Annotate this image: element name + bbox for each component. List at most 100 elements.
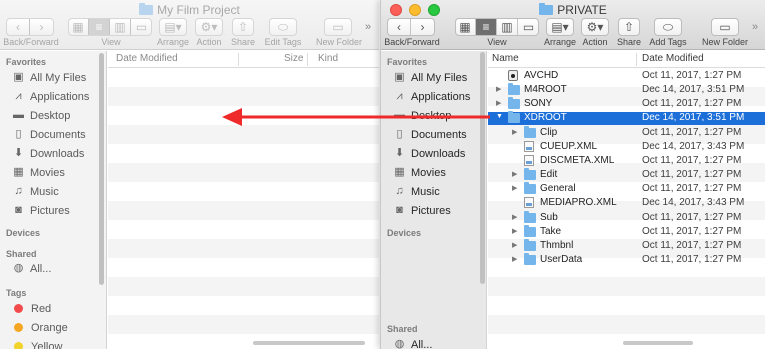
disclosure-collapsed-icon[interactable]: ▶ <box>512 227 517 235</box>
disclosure-expanded-icon[interactable]: ▼ <box>496 113 503 120</box>
file-row[interactable]: ▶ Edit Oct 11, 2017, 1:27 PM <box>488 168 765 182</box>
sidebar-item-applications[interactable]: ⩘ Applications <box>393 88 470 105</box>
file-row[interactable]: ▶ General Oct 11, 2017, 1:27 PM <box>488 182 765 196</box>
disclosure-collapsed-icon[interactable]: ▶ <box>512 128 517 136</box>
file-date-modified: Dec 14, 2017, 3:51 PM <box>642 112 745 124</box>
horizontal-scrollbar[interactable] <box>623 341 693 345</box>
sidebar-item-music[interactable]: ♫ Music <box>12 183 58 200</box>
file-row[interactable]: DISCMETA.XML Oct 11, 2017, 1:27 PM <box>488 154 765 168</box>
forward-button[interactable]: › <box>30 19 53 35</box>
file-name: MEDIAPRO.XML <box>540 197 617 209</box>
shared-header: Shared <box>387 324 418 334</box>
disclosure-collapsed-icon[interactable]: ▶ <box>512 184 517 192</box>
column-date-modified[interactable]: Date Modified <box>642 53 704 64</box>
sidebar-item-pictures[interactable]: ◙ Pictures <box>12 202 70 219</box>
back-forward-control[interactable]: ‹ › <box>6 18 54 36</box>
view-switcher[interactable]: ▦ ≡ ▥ ▭ <box>455 18 539 36</box>
toolbar-overflow-button[interactable]: » <box>752 21 758 33</box>
share-button[interactable]: ⇧ <box>618 18 640 36</box>
add-tags-button[interactable]: ⬭ <box>654 18 682 36</box>
icon-view-icon[interactable]: ▦ <box>455 19 476 35</box>
sidebar-item-all-my-files[interactable]: ▣ All My Files <box>12 69 86 86</box>
list-view-icon[interactable]: ≡ <box>476 19 497 35</box>
list-view-icon[interactable]: ≡ <box>89 19 110 35</box>
column-kind[interactable]: Kind <box>318 53 338 64</box>
sidebar-item-all-my-files[interactable]: ▣ All My Files <box>393 69 467 86</box>
file-row[interactable]: ▶ Take Oct 11, 2017, 1:27 PM <box>488 224 765 239</box>
desktop-icon: ▬ <box>13 109 24 121</box>
folder-icon <box>524 238 536 251</box>
file-row[interactable]: MEDIAPRO.XML Dec 14, 2017, 3:43 PM <box>488 197 765 210</box>
column-size[interactable]: Size <box>284 53 303 64</box>
sidebar-item-desktop[interactable]: ▬ Desktop <box>12 107 70 124</box>
horizontal-scrollbar[interactable] <box>253 341 365 345</box>
file-row[interactable]: ▶ M4ROOT Dec 14, 2017, 3:51 PM <box>488 83 765 97</box>
toolbar-overflow-button[interactable]: » <box>365 21 371 33</box>
file-row[interactable]: CUEUP.XML Dec 14, 2017, 3:43 PM <box>488 140 765 154</box>
back-button[interactable]: ‹ <box>388 19 411 35</box>
sidebar-item-applications[interactable]: ⩘ Applications <box>12 88 89 105</box>
action-button[interactable]: ⚙▾ <box>195 18 223 36</box>
file-row[interactable]: AVCHD Oct 11, 2017, 1:27 PM <box>488 70 765 83</box>
file-row[interactable]: ▶ Sub Oct 11, 2017, 1:27 PM <box>488 210 765 225</box>
sidebar-item-downloads[interactable]: ⬇ Downloads <box>12 145 85 162</box>
folder-icon <box>508 83 520 96</box>
disclosure-collapsed-icon[interactable]: ▶ <box>512 213 517 221</box>
view-switcher[interactable]: ▦ ≡ ▥ ▭ <box>68 18 152 36</box>
back-button[interactable]: ‹ <box>7 19 30 35</box>
disclosure-collapsed-icon[interactable]: ▶ <box>496 99 501 107</box>
sidebar-item-shared-all[interactable]: ◍ All... <box>12 260 52 277</box>
action-button[interactable]: ⚙▾ <box>581 18 609 36</box>
disclosure-collapsed-icon[interactable]: ▶ <box>496 85 501 93</box>
sidebar-item-documents[interactable]: ▯ Documents <box>12 126 85 143</box>
cover-flow-icon[interactable]: ▭ <box>518 19 539 35</box>
sidebar-scrollbar[interactable] <box>480 52 485 284</box>
column-divider <box>636 53 637 66</box>
sidebar-item-movies[interactable]: ▦ Movies <box>393 164 446 181</box>
sidebar-item-music[interactable]: ♫ Music <box>393 183 439 200</box>
sidebar-tag-yellow[interactable]: Yellow <box>12 338 62 349</box>
file-row[interactable]: ▶ Thmbnl Oct 11, 2017, 1:27 PM <box>488 238 765 253</box>
file-row[interactable]: ▶ Clip Oct 11, 2017, 1:27 PM <box>488 125 765 140</box>
new-folder-button[interactable]: ▭ <box>711 18 739 36</box>
sidebar-item-movies[interactable]: ▦ Movies <box>12 164 65 181</box>
sidebar-item-documents[interactable]: ▯ Documents <box>393 126 466 143</box>
column-view-icon[interactable]: ▥ <box>110 19 131 35</box>
cover-flow-icon[interactable]: ▭ <box>131 19 152 35</box>
share-button[interactable]: ⇧ <box>232 18 254 36</box>
edit-tags-button[interactable]: ⬭ <box>269 18 297 36</box>
arrange-button[interactable]: ▤▾ <box>546 18 574 36</box>
column-view-icon[interactable]: ▥ <box>497 19 518 35</box>
arrange-button[interactable]: ▤▾ <box>159 18 187 36</box>
disclosure-collapsed-icon[interactable]: ▶ <box>512 255 517 263</box>
sidebar-item-pictures[interactable]: ◙ Pictures <box>393 202 451 219</box>
arrange-icon: ▤▾ <box>164 20 182 34</box>
sidebar-item-downloads[interactable]: ⬇ Downloads <box>393 145 466 162</box>
icon-view-icon[interactable]: ▦ <box>68 19 89 35</box>
new-folder-button[interactable]: ▭ <box>324 18 352 36</box>
forward-button[interactable]: › <box>411 19 434 35</box>
back-forward-control[interactable]: ‹ › <box>387 18 435 36</box>
file-date-modified: Dec 14, 2017, 3:51 PM <box>642 84 745 96</box>
file-row[interactable]: ▶ SONY Oct 11, 2017, 1:27 PM <box>488 97 765 111</box>
sidebar-item-shared-all[interactable]: ◍ All... <box>393 336 433 349</box>
column-name[interactable]: Name <box>492 53 519 64</box>
file-name: Clip <box>540 126 558 138</box>
sidebar-tag-red[interactable]: Red <box>12 300 51 317</box>
column-divider <box>307 53 308 66</box>
titlebar: PRIVATE ‹ › Back/Forward ▦ ≡ ▥ ▭ View ▤▾ Arr… <box>381 0 765 50</box>
sidebar-scrollbar[interactable] <box>99 53 104 285</box>
sidebar-item-desktop[interactable]: ▬ Desktop <box>393 107 451 124</box>
file-date-modified: Oct 11, 2017, 1:27 PM <box>642 154 742 166</box>
network-globe-icon: ◍ <box>13 262 24 274</box>
file-row[interactable]: ▼ XDROOT Dec 14, 2017, 3:51 PM <box>488 111 765 126</box>
disclosure-collapsed-icon[interactable]: ▶ <box>512 241 517 249</box>
file-row[interactable]: ▶ UserData Oct 11, 2017, 1:27 PM <box>488 252 765 267</box>
disclosure-collapsed-icon[interactable]: ▶ <box>512 170 517 178</box>
titlebar: My Film Project ‹ › Back/Forward ▦ ≡ ▥ ▭ Vie… <box>0 0 379 50</box>
sidebar-tag-orange[interactable]: Orange <box>12 319 68 336</box>
empty-list-rows[interactable] <box>108 68 379 349</box>
downloads-icon: ⬇ <box>13 147 24 159</box>
column-date-modified[interactable]: Date Modified <box>116 53 178 64</box>
view-label: View <box>101 37 121 47</box>
